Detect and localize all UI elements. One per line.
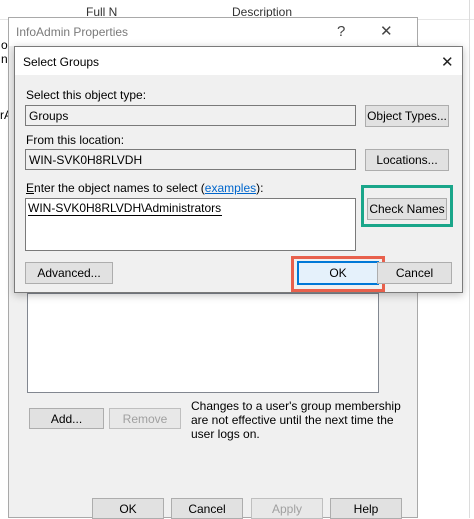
member-of-list[interactable] <box>27 293 379 393</box>
membership-note-line-2: are not effective until the next time th… <box>191 413 394 427</box>
properties-help-icon[interactable]: ? <box>337 23 345 40</box>
object-names-value: WIN-SVK0H8RLVDH\Administrators <box>28 201 223 216</box>
object-names-label: Enter the object names to select (exampl… <box>26 181 263 195</box>
object-type-field: Groups <box>25 105 356 126</box>
object-names-label-accelerator: E <box>26 181 35 195</box>
dialog-cancel-button[interactable]: Cancel <box>377 262 452 284</box>
examples-link[interactable]: examples <box>205 181 256 195</box>
properties-cancel-button[interactable]: Cancel <box>171 498 243 519</box>
properties-apply-button[interactable]: Apply <box>251 498 323 519</box>
membership-note-line-3: user logs on. <box>191 427 260 441</box>
select-groups-dialog: Select Groups ✕ Select this object type:… <box>14 46 463 293</box>
object-names-textarea[interactable]: WIN-SVK0H8RLVDH\Administrators <box>25 198 356 251</box>
add-button[interactable]: Add... <box>29 408 104 429</box>
dialog-close-icon[interactable]: ✕ <box>441 53 454 71</box>
location-field: WIN-SVK0H8RLVDH <box>25 149 356 170</box>
location-label: From this location: <box>26 133 125 147</box>
object-names-label-suffix: ): <box>256 181 264 195</box>
object-types-button[interactable]: Object Types... <box>365 105 449 127</box>
bg-right-border <box>469 0 470 518</box>
properties-close-icon[interactable]: ✕ <box>380 22 393 40</box>
remove-button[interactable]: Remove <box>109 408 181 429</box>
check-names-button[interactable]: Check Names <box>367 198 447 220</box>
properties-title: InfoAdmin Properties <box>16 25 129 39</box>
locations-button[interactable]: Locations... <box>365 149 449 171</box>
object-names-label-text: nter the object names to select ( <box>34 181 205 195</box>
properties-help-button[interactable]: Help <box>330 498 402 519</box>
advanced-button[interactable]: Advanced... <box>25 262 113 284</box>
membership-note-line-1: Changes to a user's group membership <box>191 399 401 413</box>
dialog-title: Select Groups <box>23 55 100 69</box>
dialog-ok-button[interactable]: OK <box>297 261 379 285</box>
properties-ok-button[interactable]: OK <box>92 498 164 519</box>
bg-left-fragment-1: o <box>1 38 8 52</box>
bg-left-fragment-2: n <box>1 52 8 66</box>
object-type-label: Select this object type: <box>26 88 147 102</box>
